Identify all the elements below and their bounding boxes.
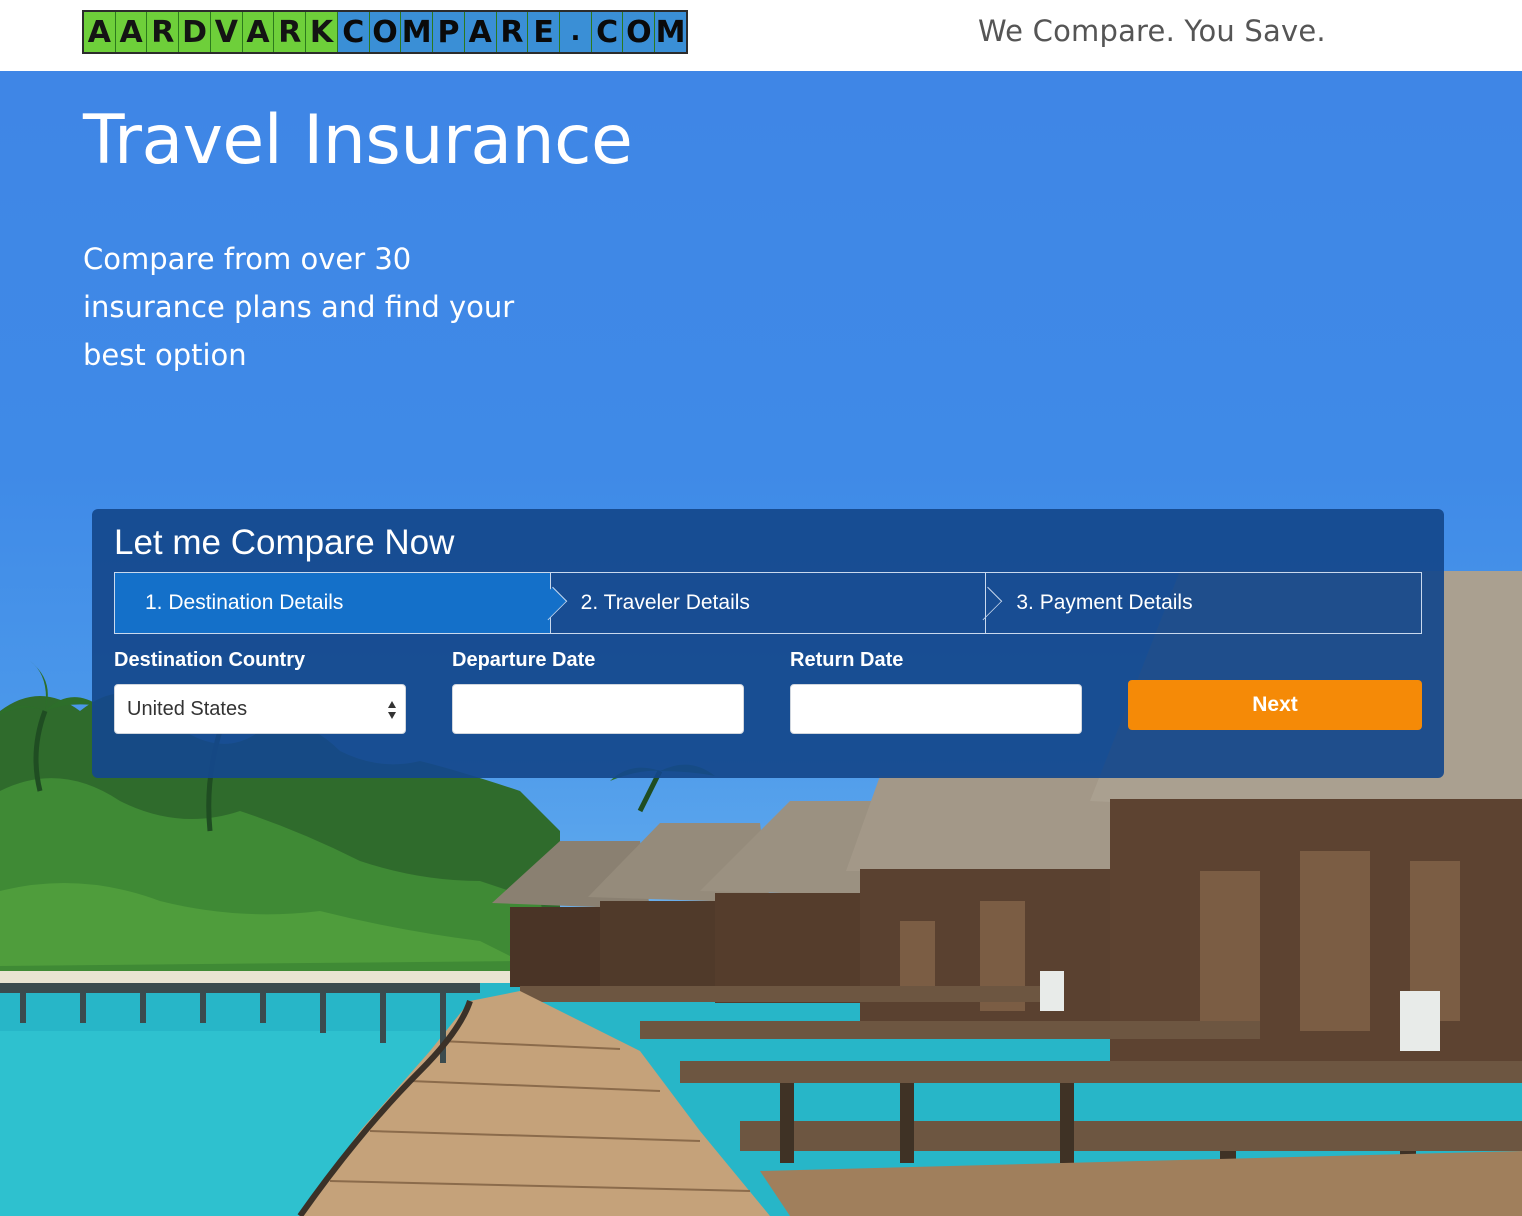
compare-form-panel: Let me Compare Now 1. Destination Detail…: [92, 509, 1444, 778]
logo-glyph: M: [655, 12, 686, 52]
site-logo[interactable]: A A R D V A R K C O M P A R E . C O M: [82, 10, 688, 54]
compare-form-title: Let me Compare Now: [114, 523, 455, 562]
return-date-field: Return Date: [790, 649, 1082, 734]
logo-glyph: R: [147, 12, 180, 52]
logo-glyph: R: [274, 12, 307, 52]
logo-glyph: D: [179, 12, 211, 52]
logo-glyph: A: [464, 12, 497, 52]
destination-country-value: United States: [127, 697, 248, 720]
destination-country-select[interactable]: United States: [114, 684, 406, 734]
logo-glyph: K: [306, 12, 338, 52]
logo-glyph: .: [560, 12, 592, 52]
logo-glyph: O: [623, 12, 656, 52]
logo-glyph: A: [243, 12, 275, 52]
logo-glyph: V: [211, 12, 243, 52]
next-button[interactable]: Next: [1128, 680, 1422, 730]
logo-glyph: P: [433, 12, 465, 52]
return-date-label: Return Date: [790, 649, 904, 671]
logo-glyph: A: [84, 12, 116, 52]
destination-country-label: Destination Country: [114, 649, 306, 671]
step-destination-details[interactable]: 1. Destination Details: [115, 573, 567, 633]
departure-date-input[interactable]: [452, 684, 744, 734]
hero-subtitle: Compare from over 30 insurance plans and…: [83, 242, 515, 372]
select-updown-icon: [388, 701, 396, 719]
logo-glyph: C: [337, 12, 370, 52]
departure-date-field: Departure Date: [452, 649, 744, 734]
departure-date-label: Departure Date: [452, 649, 596, 671]
step-traveler-details[interactable]: 2. Traveler Details: [549, 573, 1003, 633]
step-payment-details[interactable]: 3. Payment Details: [985, 573, 1421, 633]
site-header: A A R D V A R K C O M P A R E . C O M We…: [0, 0, 1522, 71]
logo-glyph: R: [496, 12, 529, 52]
step-label: 3. Payment Details: [1016, 591, 1193, 614]
site-tagline: We Compare. You Save.: [978, 14, 1326, 48]
return-date-input[interactable]: [790, 684, 1082, 734]
step-label: 1. Destination Details: [145, 591, 344, 614]
destination-country-field: Destination Country United States: [114, 649, 406, 734]
wizard-steps: 1. Destination Details 2. Traveler Detai…: [114, 572, 1422, 634]
logo-glyph: A: [116, 12, 148, 52]
logo-glyph: M: [401, 12, 434, 52]
step-label: 2. Traveler Details: [580, 591, 750, 614]
logo-glyph: O: [369, 12, 402, 52]
page-title: Travel Insurance: [83, 101, 633, 180]
logo-glyph: E: [528, 12, 561, 52]
logo-glyph: C: [591, 12, 624, 52]
